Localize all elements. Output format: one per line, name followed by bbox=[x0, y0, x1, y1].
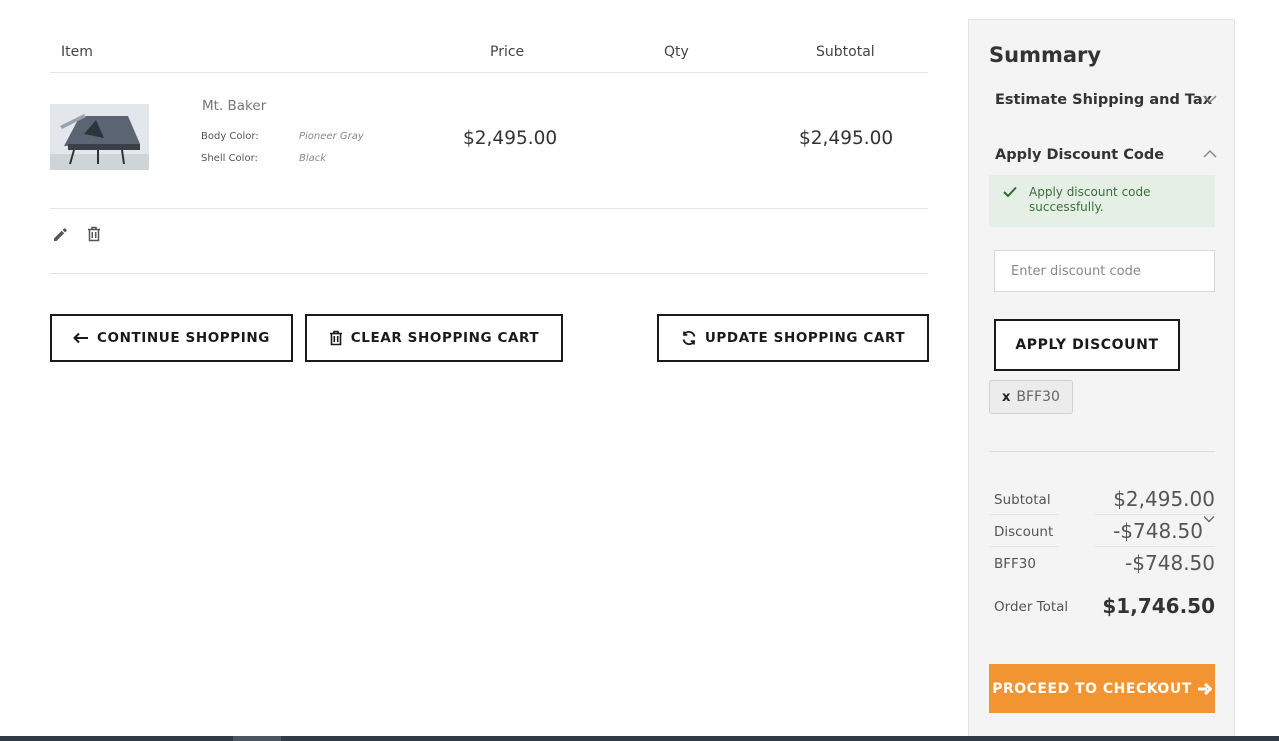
discount-success-message: Apply discount code successfully. bbox=[989, 175, 1215, 227]
order-total-label: Order Total bbox=[994, 599, 1069, 615]
product-name[interactable]: Mt. Baker bbox=[202, 98, 266, 114]
chevron-up-icon bbox=[1203, 149, 1217, 158]
remove-discount-button[interactable]: x bbox=[1002, 390, 1010, 405]
update-cart-label: UPDATE SHOPPING CART bbox=[704, 330, 906, 346]
trash-icon bbox=[329, 330, 342, 346]
cart-item-row: Mt. Baker Body Color: Pioneer Gray Shell… bbox=[50, 73, 928, 209]
totals-code-row: BFF30 -$748.50 bbox=[989, 547, 1215, 579]
discount-code-label: BFF30 bbox=[994, 556, 1036, 572]
cart-table-header: Item Price Qty Subtotal bbox=[50, 36, 928, 73]
option-value-body-color: Pioneer Gray bbox=[299, 131, 364, 142]
header-subtotal: Subtotal bbox=[816, 44, 875, 60]
continue-shopping-button[interactable]: CONTINUE SHOPPING bbox=[50, 314, 293, 362]
estimate-shipping-toggle[interactable]: Estimate Shipping and Tax bbox=[995, 92, 1217, 108]
trash-icon[interactable] bbox=[85, 225, 103, 243]
discount-code-input[interactable] bbox=[994, 250, 1215, 292]
totals-order-total-row: Order Total $1,746.50 bbox=[989, 590, 1215, 622]
totals-subtotal-row: Subtotal $2,495.00 bbox=[989, 483, 1215, 515]
discount-value: -$748.50 bbox=[1113, 519, 1203, 543]
order-summary: Summary Estimate Shipping and Tax Apply … bbox=[968, 19, 1235, 741]
tent-product-image bbox=[50, 104, 149, 170]
totals-discount-row[interactable]: Discount -$748.50 bbox=[989, 515, 1215, 547]
subtotal-value: $2,495.00 bbox=[1113, 487, 1215, 511]
subtotal-label: Subtotal bbox=[994, 492, 1051, 508]
estimate-shipping-label: Estimate Shipping and Tax bbox=[995, 92, 1213, 108]
option-label-body-color: Body Color: bbox=[201, 131, 259, 142]
item-price: $2,495.00 bbox=[463, 128, 558, 149]
proceed-to-checkout-button[interactable]: PROCEED TO CHECKOUT bbox=[989, 664, 1215, 713]
header-price: Price bbox=[490, 44, 525, 60]
arrow-right-icon bbox=[1197, 682, 1212, 695]
clear-cart-button[interactable]: CLEAR SHOPPING CART bbox=[305, 314, 563, 362]
discount-label: Discount bbox=[994, 524, 1054, 540]
chevron-down-icon[interactable] bbox=[1203, 515, 1215, 523]
checkmark-icon bbox=[1003, 186, 1017, 198]
apply-discount-toggle[interactable]: Apply Discount Code bbox=[995, 147, 1217, 163]
update-cart-button[interactable]: UPDATE SHOPPING CART bbox=[657, 314, 929, 362]
pencil-icon[interactable] bbox=[51, 225, 69, 243]
option-value-shell-color: Black bbox=[299, 153, 327, 164]
discount-code-value: -$748.50 bbox=[1125, 551, 1215, 575]
summary-divider bbox=[989, 451, 1215, 452]
order-total-value: $1,746.50 bbox=[1102, 594, 1215, 618]
clear-cart-label: CLEAR SHOPPING CART bbox=[350, 330, 540, 346]
apply-discount-heading: Apply Discount Code bbox=[995, 147, 1165, 163]
arrow-left-icon bbox=[73, 332, 88, 344]
item-actions bbox=[50, 209, 928, 274]
chevron-down-icon bbox=[1203, 95, 1217, 104]
summary-title: Summary bbox=[989, 43, 1102, 67]
applied-discount-code: BFF30 bbox=[1016, 389, 1060, 405]
success-text: Apply discount code successfully. bbox=[1029, 185, 1151, 214]
checkout-label: PROCEED TO CHECKOUT bbox=[992, 680, 1192, 697]
product-thumbnail[interactable] bbox=[50, 104, 149, 170]
refresh-icon bbox=[682, 331, 696, 345]
apply-discount-button[interactable]: APPLY DISCOUNT bbox=[994, 319, 1180, 371]
applied-discount-chip: x BFF30 bbox=[989, 380, 1073, 414]
continue-shopping-label: CONTINUE SHOPPING bbox=[97, 330, 270, 346]
header-qty: Qty bbox=[664, 44, 689, 60]
header-item: Item bbox=[61, 44, 93, 60]
item-subtotal: $2,495.00 bbox=[799, 128, 894, 149]
option-label-shell-color: Shell Color: bbox=[201, 153, 258, 164]
bottom-bar bbox=[0, 736, 1279, 741]
